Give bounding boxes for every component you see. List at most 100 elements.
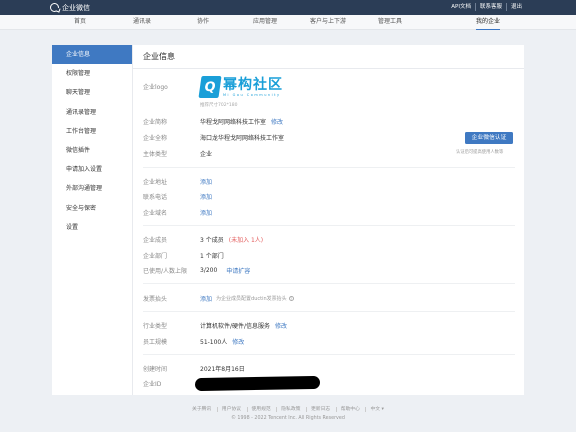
footer-links: 关于腾讯 用户协议 使用规范 隐私政策 更新日志 帮助中心 中文 ▾ xyxy=(0,405,576,412)
created-label: 创建时间 xyxy=(143,366,168,373)
enterprise-logo[interactable]: Q 幂构社区 Mi Gou Community xyxy=(198,72,304,102)
language-select[interactable]: 中文 ▾ xyxy=(365,407,388,412)
logo-text-en: Mi Gou Community xyxy=(223,93,281,97)
sidebar-item-external-comm[interactable]: 外部沟通管理 xyxy=(52,179,132,198)
divider xyxy=(143,225,515,226)
invoice-hint: 为企业成员配置ductin发票抬头 xyxy=(216,296,287,302)
verify-button[interactable]: 企业微信认证 xyxy=(465,132,513,144)
capacity-row: 已使用/人数上限 3/200 申请扩容 xyxy=(143,266,250,275)
members-row: 企业成员 3 个成员 (未加入 1人) xyxy=(143,235,263,244)
footer-link-agreement[interactable]: 用户协议 xyxy=(216,407,245,412)
not-joined-count[interactable]: (未加入 1人) xyxy=(229,235,263,244)
edit-short-name-link[interactable]: 修改 xyxy=(271,117,283,126)
contact-support-link[interactable]: 联系客服 xyxy=(474,3,506,11)
corp-id-label: 企业ID xyxy=(143,381,162,388)
brand[interactable]: 企业微信 xyxy=(50,3,90,13)
main-nav: 首页 通讯录 协作 应用管理 客户与上下游 管理工具 我的企业 xyxy=(0,15,576,30)
divider xyxy=(143,354,515,355)
tab-my-enterprise[interactable]: 我的企业 xyxy=(475,15,501,30)
edit-scale-link[interactable]: 修改 xyxy=(232,337,244,346)
departments-value: 1 个部门 xyxy=(200,253,224,260)
members-label: 企业成员 xyxy=(143,237,168,244)
created-value: 2021年8月16日 xyxy=(200,366,245,373)
full-name-row: 企业全称 海口龙华程戈阿网络科技工作室 xyxy=(143,133,284,142)
corp-id-row: 企业ID xyxy=(143,379,200,388)
footer-link-changelog[interactable]: 更新日志 xyxy=(305,407,335,412)
add-invoice-link[interactable]: 添加 xyxy=(200,294,212,303)
api-docs-link[interactable]: API文档 xyxy=(447,3,475,11)
phone-label: 联系电话 xyxy=(143,194,168,201)
sidebar-item-contacts[interactable]: 通讯录管理 xyxy=(52,103,132,122)
subject-type-row: 主体类型 企业 xyxy=(143,149,212,158)
divider xyxy=(143,283,515,284)
tab-app-management[interactable]: 应用管理 xyxy=(253,15,277,30)
add-address-link[interactable]: 添加 xyxy=(200,177,212,186)
sidebar-item-wechat-plugin[interactable]: 微信插件 xyxy=(52,141,132,160)
industry-row: 行业类型 计算机软件/硬件/信息服务 修改 xyxy=(143,321,287,330)
copyright: © 1998 - 2022 Tencent Inc. All Rights Re… xyxy=(231,416,345,421)
sidebar-item-permissions[interactable]: 权限管理 xyxy=(52,64,132,83)
members-value: 3 个成员 xyxy=(200,237,224,244)
divider xyxy=(143,167,515,168)
subject-type-value: 企业 xyxy=(200,151,213,158)
created-row: 创建时间 2021年8月16日 xyxy=(143,364,245,373)
address-label: 企业地址 xyxy=(143,179,168,186)
scale-label: 员工规模 xyxy=(143,339,168,346)
divider xyxy=(143,311,515,312)
domain-label: 企业域名 xyxy=(143,210,168,217)
add-phone-link[interactable]: 添加 xyxy=(200,192,212,201)
subject-type-label: 主体类型 xyxy=(143,151,168,158)
tab-contacts[interactable]: 通讯录 xyxy=(133,15,151,30)
sidebar-item-enterprise-info[interactable]: 企业信息 xyxy=(52,45,132,65)
apply-expansion-link[interactable]: 申请扩容 xyxy=(226,266,250,275)
phone-row: 联系电话 添加 xyxy=(143,192,212,201)
sidebar-item-join-settings[interactable]: 申请加入设置 xyxy=(52,160,132,179)
logout-link[interactable]: 退出 xyxy=(505,3,526,11)
logo-mark-icon: Q xyxy=(198,76,222,98)
domain-row: 企业域名 添加 xyxy=(143,208,212,217)
tab-management-tools[interactable]: 管理工具 xyxy=(378,15,402,30)
wecom-logo-icon xyxy=(50,3,59,12)
footer: 关于腾讯 用户协议 使用规范 隐私政策 更新日志 帮助中心 中文 ▾ © 199… xyxy=(0,405,576,421)
logo-text: 幂构社区 Mi Gou Community xyxy=(223,77,283,97)
departments-label: 企业部门 xyxy=(143,253,168,260)
capacity-value: 3/200 xyxy=(200,267,218,274)
verify-hint: 认证后可提高使用人数等 xyxy=(456,150,504,155)
edit-industry-link[interactable]: 修改 xyxy=(275,321,287,330)
logo-text-cn: 幂构社区 xyxy=(223,77,283,93)
info-icon[interactable]: ? xyxy=(288,296,294,301)
sidebar-item-settings[interactable]: 设置 xyxy=(52,218,132,237)
short-name-label: 企业简称 xyxy=(143,119,168,126)
add-domain-link[interactable]: 添加 xyxy=(200,208,212,217)
logo-size-hint: 推荐尺寸702*180 xyxy=(200,103,238,108)
sidebar-item-chat[interactable]: 聊天管理 xyxy=(52,83,132,102)
tab-collaboration[interactable]: 协作 xyxy=(197,15,209,30)
divider xyxy=(133,68,524,69)
top-bar: 企业微信 API文档 联系客服 退出 xyxy=(0,0,576,15)
footer-link-privacy[interactable]: 隐私政策 xyxy=(276,407,305,412)
full-name-label: 企业全称 xyxy=(143,135,168,142)
scale-value: 51-100人 xyxy=(200,339,228,346)
logo-label: 企业logo xyxy=(143,84,168,91)
industry-label: 行业类型 xyxy=(143,323,168,330)
tab-customers[interactable]: 客户与上下游 xyxy=(310,15,346,30)
full-name-value: 海口龙华程戈阿网络科技工作室 xyxy=(200,135,285,142)
footer-link-help[interactable]: 帮助中心 xyxy=(335,407,364,412)
logo-row: 企业logo xyxy=(143,82,200,91)
app-name: 企业微信 xyxy=(62,3,90,12)
address-row: 企业地址 添加 xyxy=(143,177,212,186)
top-links: API文档 联系客服 退出 xyxy=(447,3,526,11)
sidebar-item-security[interactable]: 安全与保密 xyxy=(52,199,132,218)
main-panel: 企业信息 企业logo Q 幂构社区 Mi Gou Community 推荐尺寸… xyxy=(133,45,524,395)
page-title: 企业信息 xyxy=(143,52,175,61)
footer-link-usage[interactable]: 使用规范 xyxy=(246,407,275,412)
short-name-value: 华程戈阿网络科技工作室 xyxy=(200,119,267,126)
short-name-row: 企业简称 华程戈阿网络科技工作室 修改 xyxy=(143,117,283,126)
footer-link-about[interactable]: 关于腾讯 xyxy=(188,407,215,412)
departments-row: 企业部门 1 个部门 xyxy=(143,251,224,260)
sidebar-item-workbench[interactable]: 工作台管理 xyxy=(52,122,132,141)
scale-row: 员工规模 51-100人 修改 xyxy=(143,337,244,346)
capacity-label: 已使用/人数上限 xyxy=(143,268,188,275)
tab-home[interactable]: 首页 xyxy=(74,15,86,30)
redaction-mark xyxy=(194,375,321,392)
